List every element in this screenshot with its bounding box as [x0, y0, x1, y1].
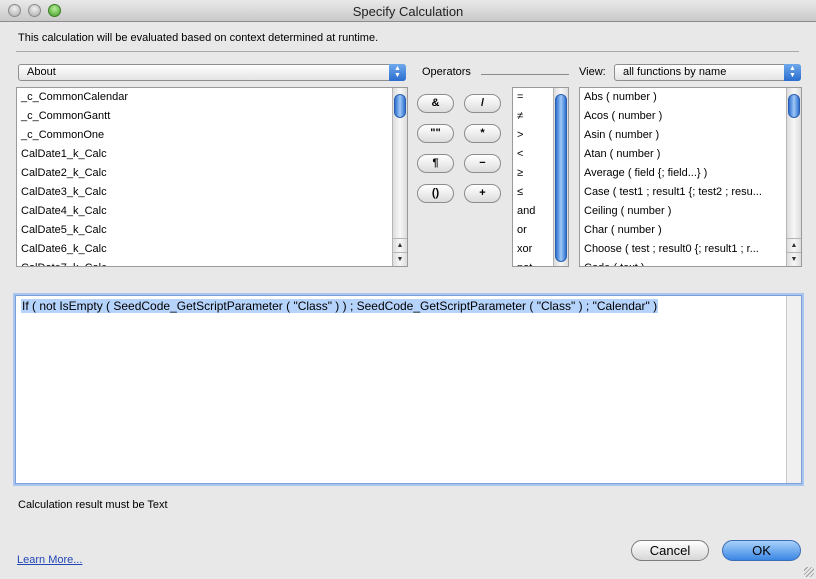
function-list-item[interactable]: Code ( text ) — [580, 259, 801, 266]
field-list-item[interactable]: CalDate2_k_Calc — [17, 164, 407, 183]
scroll-up-arrow-icon[interactable]: ▲ — [787, 238, 801, 252]
popup-arrows-icon: ▲ ▼ — [389, 64, 406, 81]
view-value: all functions by name — [623, 66, 727, 78]
editor-scrollbar[interactable] — [786, 296, 801, 483]
function-list-item[interactable]: Abs ( number ) — [580, 88, 801, 107]
operator-button[interactable]: + — [464, 184, 501, 203]
operator-button[interactable]: / — [464, 94, 501, 113]
field-list-item[interactable]: CalDate1_k_Calc — [17, 145, 407, 164]
table-occurrence-value: About — [27, 66, 56, 78]
function-list-item[interactable]: Choose ( test ; result0 {; result1 ; r..… — [580, 240, 801, 259]
field-list-item[interactable]: CalDate3_k_Calc — [17, 183, 407, 202]
resize-grip-icon[interactable] — [804, 567, 814, 577]
calculation-text[interactable]: If ( not IsEmpty ( SeedCode_GetScriptPar… — [21, 299, 659, 313]
operator-list-scrollbar[interactable] — [553, 88, 568, 266]
view-popup[interactable]: all functions by name ▲ ▼ — [614, 64, 801, 81]
field-list[interactable]: _c_CommonCalendar _c_CommonGantt _c_Common… — [16, 87, 408, 267]
field-list-item[interactable]: CalDate4_k_Calc — [17, 202, 407, 221]
scroll-up-arrow-icon[interactable]: ▲ — [393, 238, 407, 252]
field-list-item[interactable]: _c_CommonOne — [17, 126, 407, 145]
field-list-scrollbar[interactable]: ▲ ▼ — [392, 88, 407, 266]
function-list-item[interactable]: Asin ( number ) — [580, 126, 801, 145]
window-title: Specify Calculation — [352, 4, 464, 19]
view-label: View: — [579, 66, 606, 78]
function-list-item[interactable]: Average ( field {; field...} ) — [580, 164, 801, 183]
table-occurrence-popup[interactable]: About ▲ ▼ — [18, 64, 406, 81]
function-list-item[interactable]: Ceiling ( number ) — [580, 202, 801, 221]
operator-button[interactable]: "" — [417, 124, 454, 143]
operator-button[interactable]: & — [417, 94, 454, 113]
operator-button[interactable]: ¶ — [417, 154, 454, 173]
operator-button[interactable]: () — [417, 184, 454, 203]
title-bar: Specify Calculation — [0, 0, 816, 22]
operators-rule — [481, 74, 569, 75]
field-list-item[interactable]: _c_CommonCalendar — [17, 88, 407, 107]
field-list-item[interactable]: CalDate6_k_Calc — [17, 240, 407, 259]
function-list-scrollbar[interactable]: ▲ ▼ — [786, 88, 801, 266]
operator-button[interactable]: − — [464, 154, 501, 173]
function-list-item[interactable]: Acos ( number ) — [580, 107, 801, 126]
operator-list[interactable]: =≠><≥≤andorxornot — [512, 87, 569, 267]
field-list-item[interactable]: _c_CommonGantt — [17, 107, 407, 126]
function-list[interactable]: Abs ( number ) Acos ( number ) Asin ( numb… — [579, 87, 802, 267]
popup-arrows-icon: ▲ ▼ — [784, 64, 801, 81]
calculation-editor[interactable]: If ( not IsEmpty ( SeedCode_GetScriptPar… — [15, 295, 802, 484]
operator-button[interactable]: * — [464, 124, 501, 143]
function-list-item[interactable]: Case ( test1 ; result1 {; test2 ; resu..… — [580, 183, 801, 202]
header-divider — [16, 51, 799, 52]
field-list-item[interactable]: CalDate7_k_Calc — [17, 259, 407, 266]
scroll-thumb[interactable] — [555, 94, 567, 262]
context-info-text: This calculation will be evaluated based… — [18, 32, 379, 44]
learn-more-link[interactable]: Learn More... — [17, 554, 82, 566]
ok-button[interactable]: OK — [722, 540, 801, 561]
scroll-down-arrow-icon[interactable]: ▼ — [393, 252, 407, 266]
scroll-thumb[interactable] — [788, 94, 800, 118]
function-list-item[interactable]: Atan ( number ) — [580, 145, 801, 164]
result-type-text: Calculation result must be Text — [18, 499, 168, 511]
field-list-item[interactable]: CalDate5_k_Calc — [17, 221, 407, 240]
scroll-thumb[interactable] — [394, 94, 406, 118]
function-list-item[interactable]: Char ( number ) — [580, 221, 801, 240]
cancel-button[interactable]: Cancel — [631, 540, 709, 561]
scroll-down-arrow-icon[interactable]: ▼ — [787, 252, 801, 266]
operators-label: Operators — [422, 66, 471, 78]
